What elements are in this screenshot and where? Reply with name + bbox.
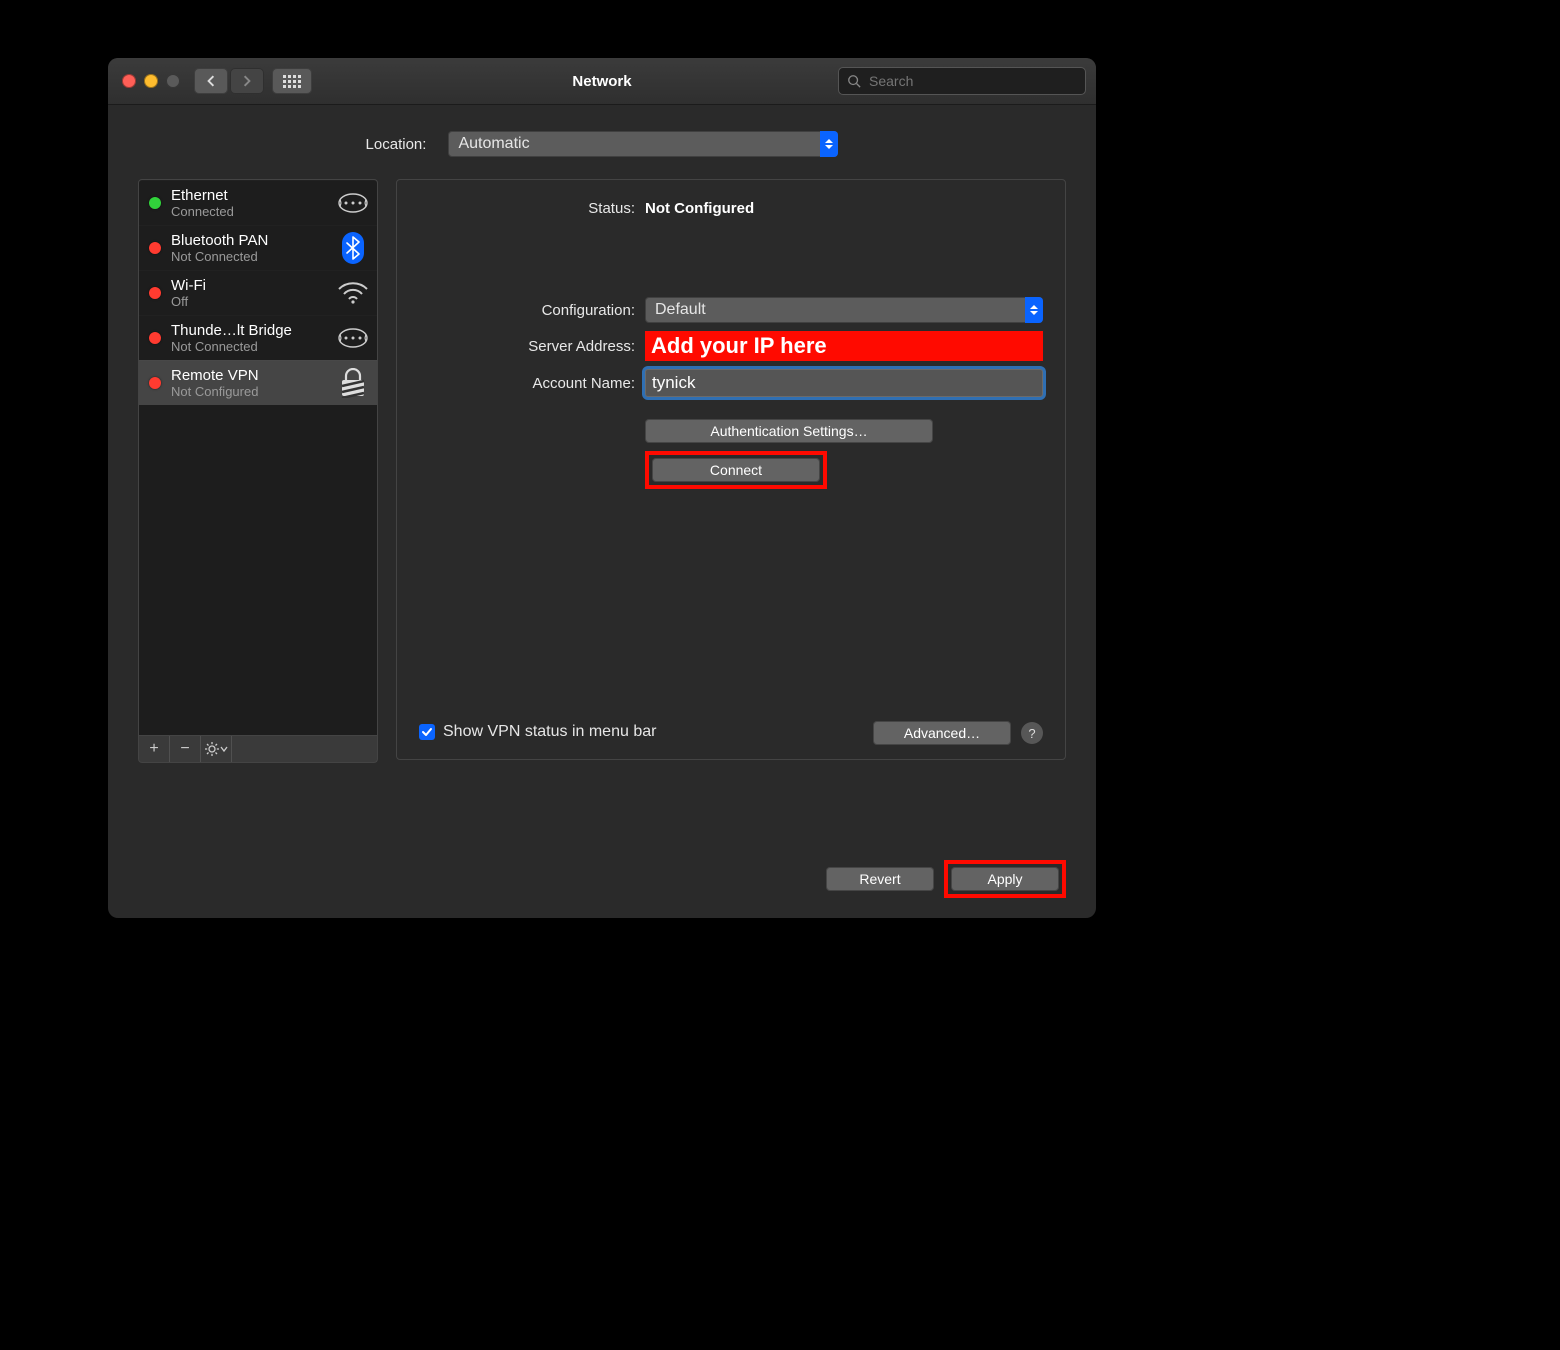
close-window-button[interactable] — [122, 74, 136, 88]
service-actions-menu[interactable] — [201, 736, 232, 762]
back-button[interactable] — [194, 68, 228, 94]
status-dot-icon — [149, 287, 161, 299]
nav-buttons — [194, 68, 264, 94]
search-input[interactable] — [867, 72, 1077, 90]
window-controls — [122, 74, 180, 88]
show-vpn-status-checkbox[interactable] — [419, 724, 435, 740]
search-field[interactable] — [838, 67, 1086, 95]
service-item-bluetooth[interactable]: Bluetooth PAN Not Connected — [139, 225, 377, 270]
account-name-field[interactable]: tynick — [645, 369, 1043, 397]
chevron-right-icon — [241, 75, 253, 87]
service-name: Wi-Fi — [171, 277, 327, 294]
titlebar: Network — [108, 58, 1096, 105]
location-popup[interactable]: Automatic — [448, 131, 838, 157]
highlight-box: Connect — [645, 451, 827, 489]
service-item-thunderbolt[interactable]: Thunde…lt Bridge Not Connected — [139, 315, 377, 360]
chevron-left-icon — [205, 75, 217, 87]
revert-button[interactable]: Revert — [826, 867, 934, 891]
account-name-label: Account Name: — [419, 375, 645, 392]
service-status: Not Connected — [171, 339, 327, 354]
service-item-vpn[interactable]: Remote VPN Not Configured — [139, 360, 377, 405]
status-dot-icon — [149, 242, 161, 254]
bluetooth-icon — [337, 232, 369, 264]
add-service-button[interactable]: + — [139, 736, 170, 762]
configuration-value: Default — [655, 301, 706, 319]
advanced-button[interactable]: Advanced… — [873, 721, 1011, 745]
service-detail-panel: Status: Not Configured Configuration: De… — [396, 179, 1066, 760]
service-name: Ethernet — [171, 187, 327, 204]
show-vpn-status-label: Show VPN status in menu bar — [443, 723, 656, 741]
thunderbolt-icon — [337, 322, 369, 354]
service-name: Remote VPN — [171, 367, 327, 384]
chevron-down-icon — [220, 745, 228, 753]
zoom-window-button[interactable] — [166, 74, 180, 88]
service-name: Bluetooth PAN — [171, 232, 327, 249]
wifi-icon — [337, 277, 369, 309]
service-list-toolbar: + − — [138, 736, 378, 763]
service-status: Off — [171, 294, 327, 309]
apply-button[interactable]: Apply — [951, 867, 1059, 891]
service-status: Not Connected — [171, 249, 327, 264]
status-dot-icon — [149, 332, 161, 344]
service-status: Connected — [171, 204, 327, 219]
status-dot-icon — [149, 377, 161, 389]
footer-buttons: Revert Apply — [826, 860, 1066, 898]
status-dot-icon — [149, 197, 161, 209]
help-button[interactable]: ? — [1021, 722, 1043, 744]
popup-caret-icon — [1025, 297, 1043, 323]
configuration-popup[interactable]: Default — [645, 297, 1043, 323]
search-icon — [847, 74, 861, 88]
connect-button[interactable]: Connect — [652, 458, 820, 482]
service-item-ethernet[interactable]: Ethernet Connected — [139, 180, 377, 225]
authentication-settings-button[interactable]: Authentication Settings… — [645, 419, 933, 443]
location-label: Location: — [366, 136, 437, 153]
location-value: Automatic — [458, 135, 529, 153]
service-name: Thunde…lt Bridge — [171, 322, 327, 339]
network-preferences-window: Network Location: Automatic Ethernet — [108, 58, 1096, 918]
gear-icon — [205, 742, 219, 756]
minimize-window-button[interactable] — [144, 74, 158, 88]
grid-icon — [283, 75, 301, 88]
show-all-button[interactable] — [272, 68, 312, 94]
status-label: Status: — [419, 200, 645, 217]
highlight-box: Apply — [944, 860, 1066, 898]
server-address-overlay[interactable]: Add your IP here — [645, 331, 1043, 361]
service-item-wifi[interactable]: Wi-Fi Off — [139, 270, 377, 315]
configuration-label: Configuration: — [419, 302, 645, 319]
popup-caret-icon — [820, 131, 838, 157]
server-address-label: Server Address: — [419, 338, 645, 355]
status-value: Not Configured — [645, 200, 754, 217]
vpn-lock-icon — [337, 367, 369, 399]
service-status: Not Configured — [171, 384, 327, 399]
service-list[interactable]: Ethernet Connected Bluetooth PAN Not Con… — [138, 179, 378, 736]
forward-button[interactable] — [230, 68, 264, 94]
ethernet-icon — [337, 187, 369, 219]
account-name-value: tynick — [652, 373, 695, 393]
remove-service-button[interactable]: − — [170, 736, 201, 762]
checkmark-icon — [421, 726, 433, 738]
